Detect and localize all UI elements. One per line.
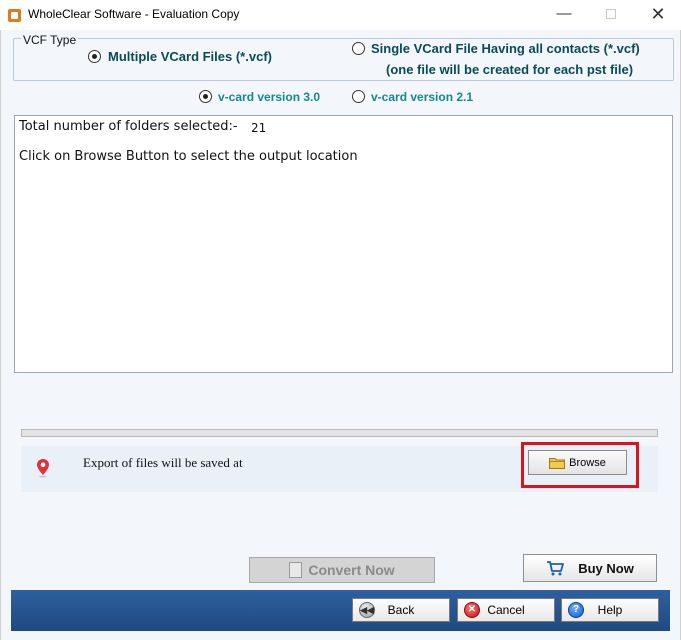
folders-selected-label: Total number of folders selected:- xyxy=(19,119,238,134)
back-label: Back xyxy=(387,603,415,617)
window-title: WholeClear Software - Evaluation Copy xyxy=(28,7,240,21)
convert-now-label: Convert Now xyxy=(308,562,395,578)
folders-selected-count: 21 xyxy=(251,121,267,135)
single-vcard-radio[interactable] xyxy=(352,42,365,55)
log-textarea[interactable]: Total number of folders selected:- 21 Cl… xyxy=(14,115,673,373)
app-icon xyxy=(8,9,21,22)
multiple-vcard-label[interactable]: Multiple VCard Files (*.vcf) xyxy=(108,49,272,64)
buy-now-button[interactable]: Buy Now xyxy=(523,554,657,582)
progress-bar xyxy=(21,429,658,437)
buy-now-label: Buy Now xyxy=(578,560,634,576)
vcard-3-label[interactable]: v-card version 3.0 xyxy=(218,90,320,104)
close-button[interactable]: ✕ xyxy=(635,0,681,30)
cancel-label: Cancel xyxy=(487,603,525,617)
browse-button[interactable]: Browse xyxy=(528,450,627,475)
title-bar: WholeClear Software - Evaluation Copy — … xyxy=(0,0,681,30)
maximize-button[interactable] xyxy=(588,0,634,30)
vcard-2-label[interactable]: v-card version 2.1 xyxy=(371,90,473,104)
main-panel: VCF Type Multiple VCard Files (*.vcf) Si… xyxy=(0,30,681,640)
multiple-vcard-radio[interactable] xyxy=(88,50,101,63)
browse-label: Browse xyxy=(569,456,606,469)
save-location-panel: Export of files will be saved at Browse xyxy=(21,442,658,492)
cancel-button[interactable]: ✕ Cancel xyxy=(457,598,555,622)
vcf-type-legend: VCF Type xyxy=(21,33,79,47)
help-button[interactable]: ? Help xyxy=(561,598,659,622)
single-vcard-sublabel: (one file will be created for each pst f… xyxy=(386,62,634,77)
maximize-icon xyxy=(606,9,616,20)
bottom-nav-bar: ◀◀ Back ✕ Cancel ? Help xyxy=(11,590,670,631)
document-icon xyxy=(289,562,303,578)
location-pin-icon xyxy=(37,459,49,478)
vcard-3-radio[interactable] xyxy=(199,90,212,103)
cart-icon xyxy=(547,561,565,576)
folder-icon xyxy=(549,457,566,469)
back-button[interactable]: ◀◀ Back xyxy=(352,598,450,622)
convert-now-button[interactable]: Convert Now xyxy=(249,557,435,583)
save-location-label: Export of files will be saved at xyxy=(83,455,243,470)
help-label: Help xyxy=(597,603,623,617)
minimize-button[interactable]: — xyxy=(541,0,587,30)
single-vcard-label[interactable]: Single VCard File Having all contacts (*… xyxy=(371,41,640,56)
browse-instruction: Click on Browse Button to select the out… xyxy=(19,149,358,164)
vcard-2-radio[interactable] xyxy=(352,90,365,103)
